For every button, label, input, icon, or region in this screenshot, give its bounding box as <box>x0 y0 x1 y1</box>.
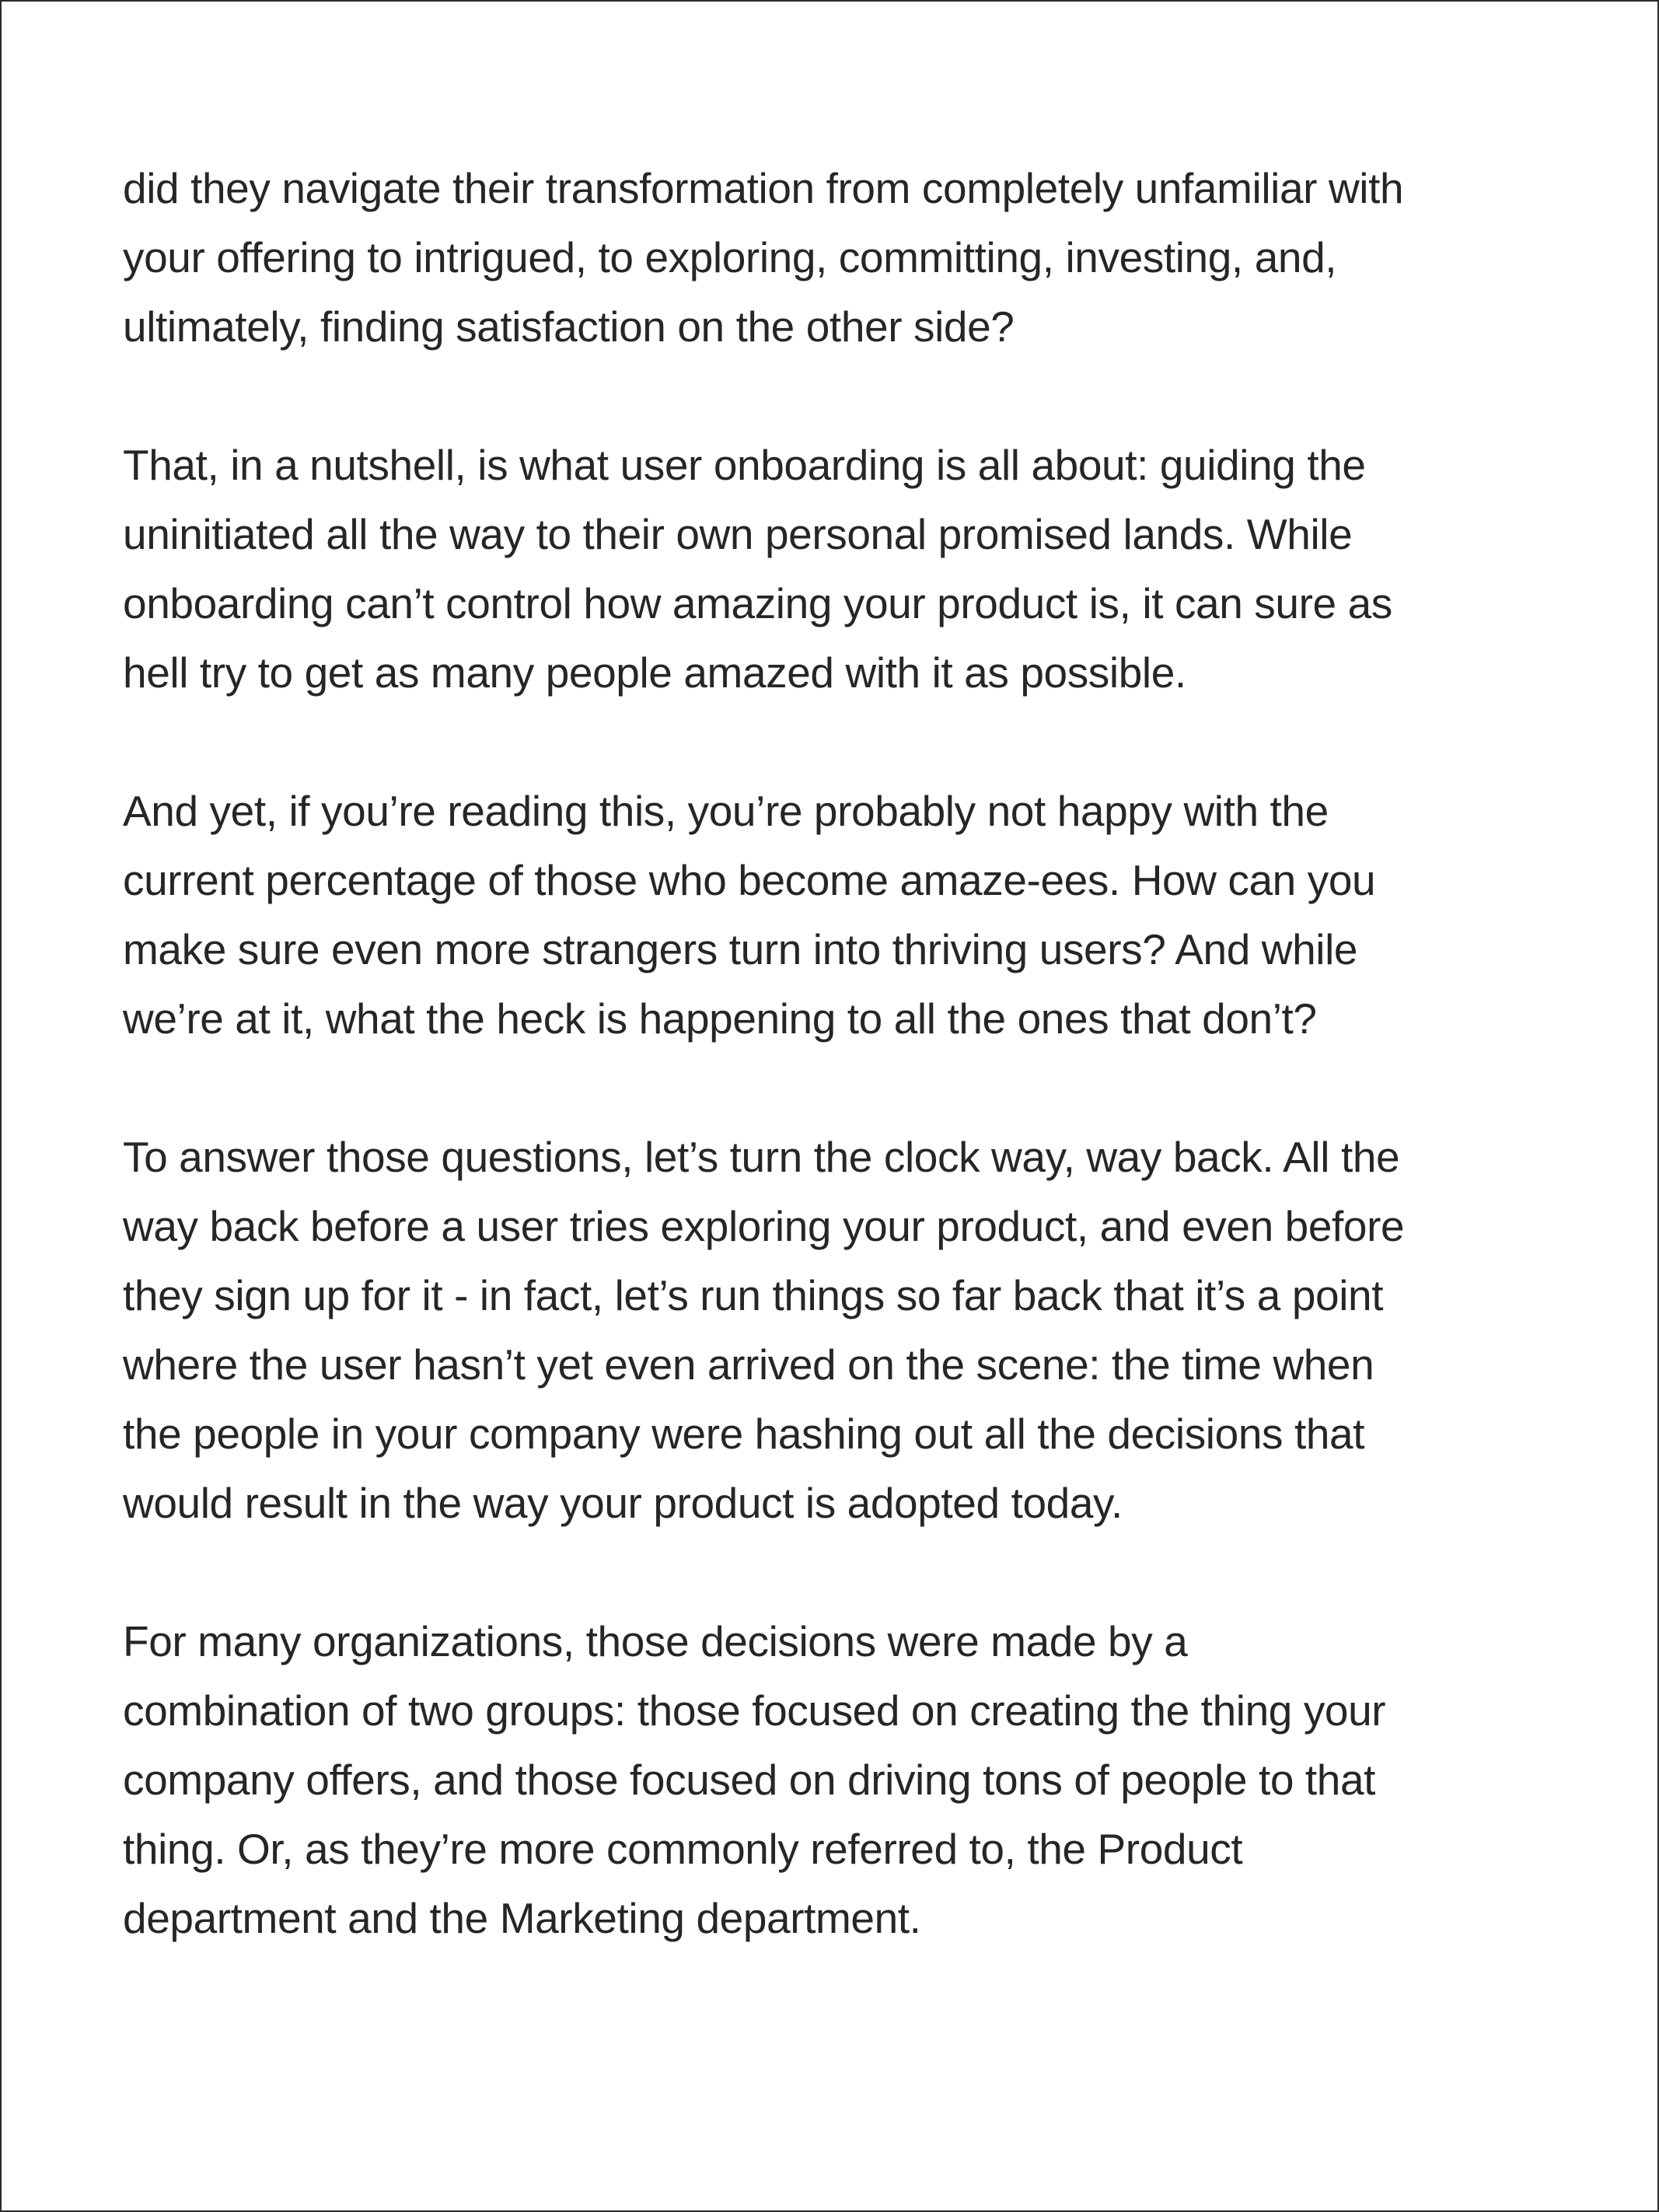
text-line: thing. Or, as they’re more commonly refe… <box>123 1825 1243 1873</box>
text-line: would result in the way your product is … <box>123 1479 1123 1527</box>
paragraph-4: To answer those questions, let’s turn th… <box>123 1123 1545 1538</box>
body-text: did they navigate their transformation f… <box>123 154 1545 2022</box>
paragraph-5: For many organizations, those decisions … <box>123 1607 1545 1953</box>
text-line: way back before a user tries exploring y… <box>123 1202 1405 1250</box>
text-line: where the user hasn’t yet even arrived o… <box>123 1340 1374 1389</box>
text-line: uninitiated all the way to their own per… <box>123 510 1353 558</box>
text-line: And yet, if you’re reading this, you’re … <box>123 787 1329 835</box>
text-line: they sign up for it - in fact, let’s run… <box>123 1271 1384 1319</box>
text-line: make sure even more strangers turn into … <box>123 925 1358 973</box>
text-line: did they navigate their transformation f… <box>123 164 1404 212</box>
text-line: your offering to intrigued, to exploring… <box>123 233 1337 281</box>
text-line: onboarding can’t control how amazing you… <box>123 579 1392 627</box>
text-line: company offers, and those focused on dri… <box>123 1756 1376 1804</box>
document-page: did they navigate their transformation f… <box>0 0 1659 2212</box>
text-line: department and the Marketing department. <box>123 1894 921 1942</box>
text-line: we’re at it, what the heck is happening … <box>123 994 1317 1043</box>
paragraph-1: did they navigate their transformation f… <box>123 154 1545 362</box>
text-line: the people in your company were hashing … <box>123 1410 1365 1458</box>
text-line: For many organizations, those decisions … <box>123 1617 1188 1665</box>
text-line: hell try to get as many people amazed wi… <box>123 648 1186 697</box>
text-line: That, in a nutshell, is what user onboar… <box>123 441 1366 489</box>
paragraph-2: That, in a nutshell, is what user onboar… <box>123 431 1545 708</box>
paragraph-3: And yet, if you’re reading this, you’re … <box>123 777 1545 1054</box>
text-line: To answer those questions, let’s turn th… <box>123 1133 1400 1181</box>
text-line: current percentage of those who become a… <box>123 856 1376 904</box>
text-line: combination of two groups: those focused… <box>123 1686 1386 1735</box>
text-line: ultimately, finding satisfaction on the … <box>123 302 1015 351</box>
